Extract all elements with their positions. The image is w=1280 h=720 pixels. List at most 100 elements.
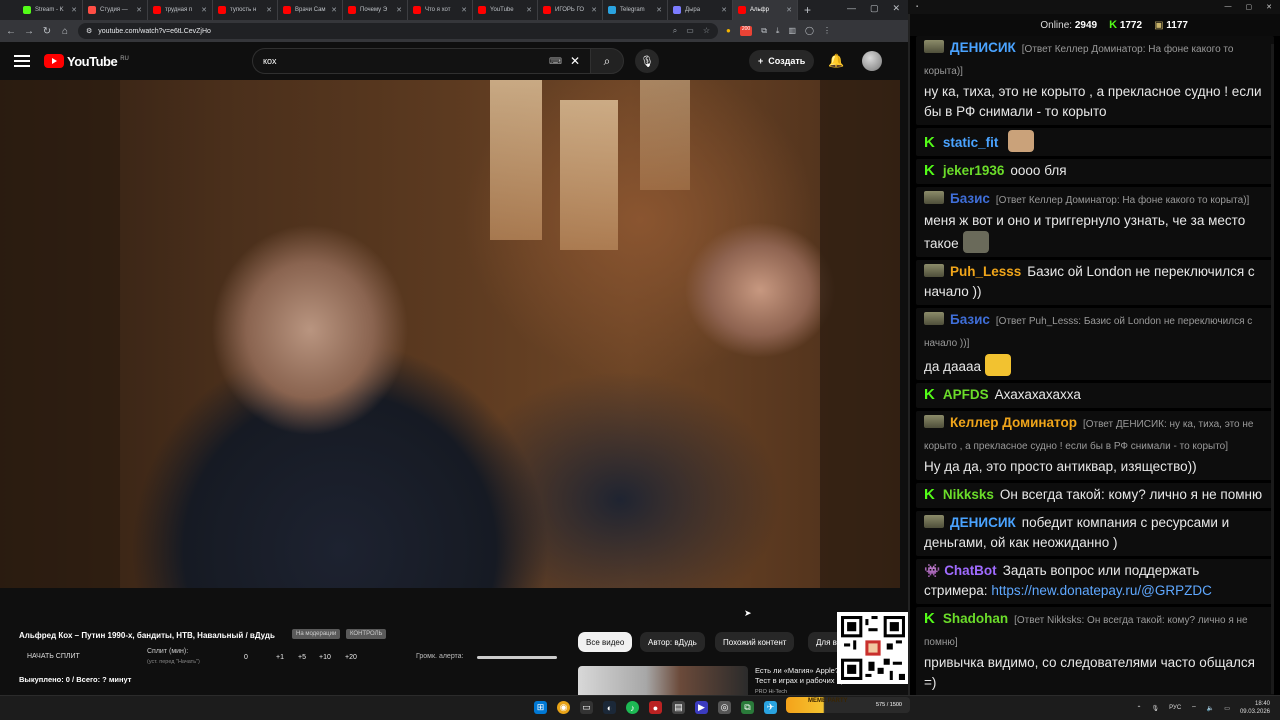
sidepanel-icon[interactable]: ▥ <box>788 26 796 36</box>
close-icon[interactable]: ✕ <box>892 3 900 14</box>
browser-tab[interactable]: YouTube ✕ <box>473 0 538 20</box>
home-icon[interactable]: ⌂ <box>60 26 70 37</box>
tab-close-icon[interactable]: ✕ <box>461 6 467 14</box>
tab-close-icon[interactable]: ✕ <box>591 6 597 14</box>
start-split-button[interactable]: НАЧАТЬ СПЛИТ <box>27 653 80 660</box>
tray-chevron-icon[interactable]: ⌃ <box>1137 705 1142 712</box>
avatar[interactable] <box>862 51 882 71</box>
search-input[interactable]: кох ⌨ ✕ <box>252 48 590 74</box>
spotify-icon[interactable]: ♪ <box>626 701 639 714</box>
start-icon[interactable]: ⊞ <box>534 701 547 714</box>
control-tag[interactable]: КОНТРОЛЬ <box>346 629 387 639</box>
extension-icon[interactable]: ● <box>726 26 731 36</box>
tab-close-icon[interactable]: ✕ <box>331 6 337 14</box>
browser-tab[interactable]: тупость н ✕ <box>213 0 278 20</box>
chat-username[interactable]: ChatBot <box>944 563 997 578</box>
voice-search-button[interactable]: 🎙 <box>635 49 659 73</box>
create-button[interactable]: + Создать <box>749 50 815 72</box>
forward-icon[interactable]: → <box>24 26 34 37</box>
app-icon[interactable]: ▶ <box>695 701 708 714</box>
url-field[interactable]: ⚙ youtube.com/watch?v=e6tLCevZjHo ⌕ ▭ ☆ <box>78 23 718 39</box>
cast-icon[interactable]: ▭ <box>686 26 694 36</box>
tab-close-icon[interactable]: ✕ <box>526 6 532 14</box>
tab-close-icon[interactable]: ✕ <box>136 6 142 14</box>
chat-link[interactable]: https://new.donatepay.ru/@GRPZDC <box>991 583 1212 598</box>
tab-close-icon[interactable]: ✕ <box>786 6 792 14</box>
moderation-tag[interactable]: На модерации <box>292 629 341 639</box>
explorer-icon[interactable]: ▭ <box>580 701 593 714</box>
tab-close-icon[interactable]: ✕ <box>266 6 272 14</box>
chip-similar[interactable]: Похожий контент <box>715 632 795 652</box>
chrome-icon[interactable]: ◉ <box>557 701 570 714</box>
network-icon[interactable]: ⌔ <box>1191 704 1197 712</box>
tab-close-icon[interactable]: ✕ <box>71 6 77 14</box>
chip-all-videos[interactable]: Все видео <box>578 632 633 652</box>
maximize-icon[interactable]: ▢ <box>870 3 879 14</box>
browser-tab[interactable]: Студия — ✕ <box>83 0 148 20</box>
app-icon[interactable]: ◎ <box>718 701 731 714</box>
telegram-icon[interactable]: ✈ <box>764 701 777 714</box>
tab-close-icon[interactable]: ✕ <box>656 6 662 14</box>
site-info-icon[interactable]: ⚙ <box>86 27 92 35</box>
youtube-logo[interactable]: YouTube RU <box>44 54 129 69</box>
app-icon[interactable]: ▤ <box>672 701 685 714</box>
chat-username[interactable]: Келлер Доминатор <box>950 415 1077 430</box>
chat-username[interactable]: Nikksks <box>943 487 994 502</box>
clear-search-icon[interactable]: ✕ <box>570 54 580 68</box>
browser-tab[interactable]: Почему Э ✕ <box>343 0 408 20</box>
menu-kebab-icon[interactable]: ⋮ <box>823 26 831 36</box>
alert-volume-slider[interactable] <box>477 656 557 659</box>
notifications-bell-icon[interactable]: 🔔 <box>828 53 844 69</box>
browser-tab[interactable]: Альфр ✕ <box>733 0 798 20</box>
tab-close-icon[interactable]: ✕ <box>201 6 207 14</box>
maximize-icon[interactable]: ▢ <box>1246 3 1253 11</box>
menu-icon[interactable] <box>14 55 30 67</box>
volume-icon[interactable]: 🔈 <box>1207 705 1214 712</box>
split-value-button[interactable]: +5 <box>298 654 306 661</box>
zoom-icon[interactable]: ⌕ <box>673 26 677 36</box>
tab-close-icon[interactable]: ✕ <box>721 6 727 14</box>
chat-username[interactable]: static_fit <box>943 135 999 150</box>
back-icon[interactable]: ← <box>6 26 16 37</box>
chip-author[interactable]: Автор: вДудь <box>640 632 705 652</box>
puzzle-icon[interactable]: ⧉ <box>761 26 767 36</box>
clock[interactable]: 18:40 09.03.2026 <box>1240 700 1270 716</box>
browser-tab[interactable]: Врачи Сам ✕ <box>278 0 343 20</box>
chat-scrollbar[interactable] <box>1271 44 1274 694</box>
chat-username[interactable]: Shadohan <box>943 611 1008 626</box>
split-value-button[interactable]: 0 <box>244 654 248 661</box>
chat-username[interactable]: Базис <box>950 312 990 327</box>
search-button[interactable]: ⌕ <box>590 48 624 74</box>
chat-username[interactable]: Базис <box>950 191 990 206</box>
browser-tab[interactable]: Дыра ✕ <box>668 0 733 20</box>
split-value-button[interactable]: +20 <box>345 654 357 661</box>
meme-party-widget[interactable]: MEME PARTY 575 / 1500 <box>786 697 910 713</box>
app-icon[interactable]: ● <box>649 701 662 714</box>
tab-close-icon[interactable]: ✕ <box>396 6 402 14</box>
reload-icon[interactable]: ↻ <box>42 26 52 37</box>
browser-tab[interactable]: Stream - K ✕ <box>18 0 83 20</box>
recommendation-thumbnail[interactable] <box>578 666 748 695</box>
language-indicator[interactable]: РУС <box>1169 705 1181 711</box>
minimize-icon[interactable]: — <box>1225 3 1232 11</box>
steam-icon[interactable]: ◐ <box>603 701 616 714</box>
minimize-icon[interactable]: — <box>847 3 856 14</box>
chat-username[interactable]: ДЕНИСИК <box>950 40 1016 55</box>
bookmark-star-icon[interactable]: ☆ <box>703 26 710 36</box>
chat-username[interactable]: jeker1936 <box>943 163 1005 178</box>
split-value-button[interactable]: +1 <box>276 654 284 661</box>
download-icon[interactable]: ⤓ <box>776 26 780 36</box>
tray-mic-icon[interactable]: 🎙 <box>1152 705 1160 712</box>
browser-tab[interactable]: трудная п ✕ <box>148 0 213 20</box>
browser-tab[interactable]: Telegram ✕ <box>603 0 668 20</box>
split-value-button[interactable]: +10 <box>319 654 331 661</box>
profile-icon[interactable]: ◯ <box>805 26 814 36</box>
battery-icon[interactable]: ▭ <box>1224 705 1230 712</box>
close-icon[interactable]: ✕ <box>1266 3 1272 11</box>
new-tab-icon[interactable]: + <box>804 3 811 17</box>
video-player[interactable] <box>0 80 900 588</box>
chat-username[interactable]: APFDS <box>943 387 989 402</box>
browser-tab[interactable]: Что я хот ✕ <box>408 0 473 20</box>
app-icon[interactable]: ⧉ <box>741 701 754 714</box>
keyboard-icon[interactable]: ⌨ <box>549 56 562 67</box>
